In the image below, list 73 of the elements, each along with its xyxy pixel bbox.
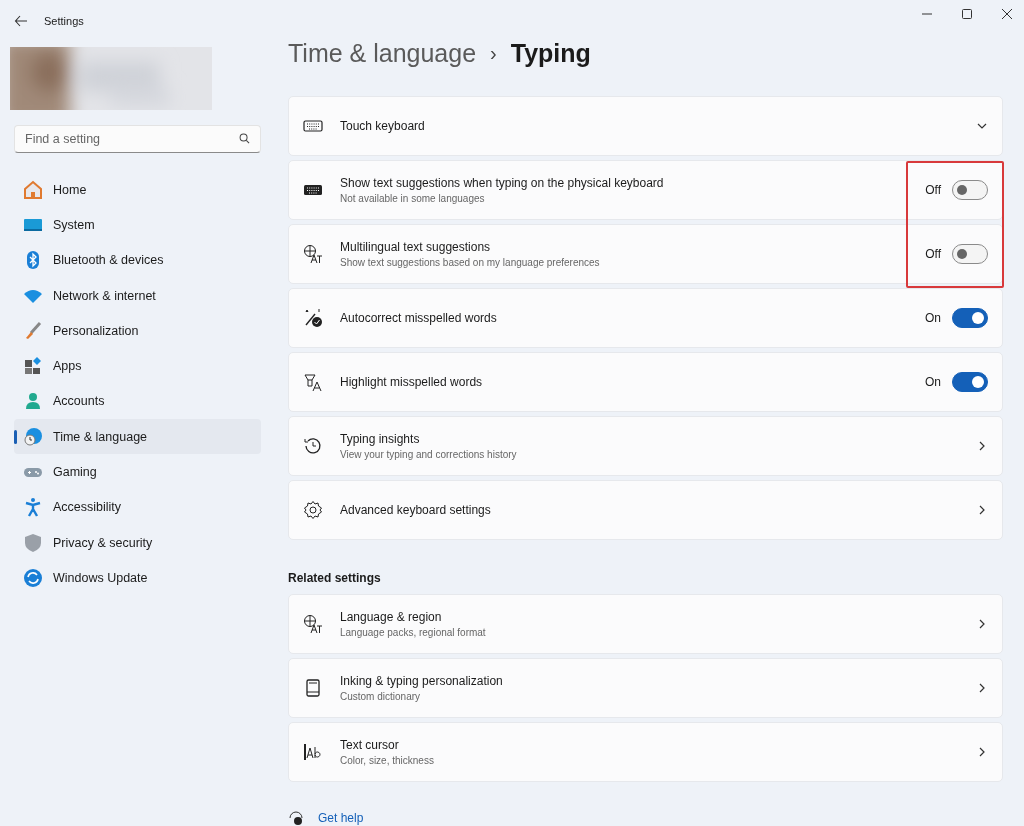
setting-title: Language & region	[340, 610, 443, 624]
globe-letters-icon	[303, 244, 323, 264]
globe-letters-icon	[303, 614, 323, 634]
setting-title: Inking & typing personalization	[340, 674, 504, 688]
setting-card[interactable]: Autocorrect misspelled words On	[288, 288, 1003, 348]
wand-check-icon	[303, 308, 323, 328]
sidebar-item[interactable]: Privacy & security	[14, 524, 261, 561]
book-icon	[303, 678, 323, 698]
setting-title: Touch keyboard	[340, 119, 426, 133]
toggle-state-label: On	[925, 375, 941, 389]
setting-card[interactable]: Inking & typing personalization Custom dictionary	[288, 658, 1003, 718]
gear-icon	[303, 500, 323, 520]
help-icon	[288, 810, 304, 826]
apps-icon	[23, 356, 43, 377]
help-link[interactable]: Get help	[318, 811, 364, 825]
sidebar-item[interactable]: Accounts	[14, 383, 261, 420]
sidebar-item[interactable]: Network & internet	[14, 277, 261, 314]
setting-description: Language packs, regional format	[340, 627, 487, 638]
sidebar-item[interactable]: Apps	[14, 348, 261, 384]
toggle-switch[interactable]	[952, 244, 988, 264]
setting-card[interactable]: Touch keyboard	[288, 96, 1003, 156]
setting-description: Not available in some languages	[340, 193, 486, 204]
brush-icon	[23, 320, 43, 341]
breadcrumb-link[interactable]: Time & language	[288, 38, 477, 68]
globe-clock-icon	[23, 426, 43, 447]
setting-title: Show text suggestions when typing on the physical keyboard	[340, 176, 665, 190]
maximize-icon[interactable]	[959, 6, 975, 22]
highlight-letter-icon	[303, 372, 323, 392]
person-icon	[23, 391, 43, 412]
sidebar-item[interactable]: System	[14, 207, 261, 243]
sidebar-item[interactable]: Accessibility	[14, 489, 261, 525]
page-title: Typing	[510, 38, 591, 68]
setting-card[interactable]: Language & region Language packs, regional format	[288, 594, 1003, 654]
sidebar-item[interactable]: Bluetooth & devices	[14, 242, 261, 278]
window-title: Settings	[44, 15, 84, 27]
history-icon	[303, 436, 323, 456]
text-cursor-icon	[303, 742, 323, 762]
setting-card[interactable]: Multilingual text suggestions Show text suggestions based on my language preferences Off	[288, 224, 1003, 284]
accessibility-icon	[23, 497, 43, 518]
setting-card[interactable]: Text cursor Color, size, thickness	[288, 722, 1003, 782]
home-icon	[23, 179, 43, 200]
toggle-switch[interactable]	[952, 372, 988, 392]
setting-description: Show text suggestions based on my language preferences	[340, 257, 601, 268]
toggle-state-label: Off	[925, 247, 941, 261]
sidebar-item[interactable]: Gaming	[14, 454, 261, 490]
section-heading: Related settings	[288, 571, 382, 585]
setting-card[interactable]: Highlight misspelled words On	[288, 352, 1003, 412]
setting-description: View your typing and corrections history	[340, 449, 518, 460]
search-icon	[239, 133, 250, 144]
sidebar-item[interactable]: Windows Update	[14, 560, 261, 596]
setting-title: Autocorrect misspelled words	[340, 311, 498, 325]
setting-card[interactable]: Typing insights View your typing and corrections history	[288, 416, 1003, 476]
setting-card[interactable]: Advanced keyboard settings	[288, 480, 1003, 540]
sidebar-item[interactable]: Time & language	[14, 419, 261, 455]
setting-title: Advanced keyboard settings	[340, 503, 492, 517]
sidebar-item[interactable]: Home	[14, 172, 261, 208]
toggle-switch[interactable]	[952, 180, 988, 200]
setting-title: Text cursor	[340, 738, 400, 752]
toggle-switch[interactable]	[952, 308, 988, 328]
sidebar-item[interactable]: Personalization	[14, 313, 261, 349]
breadcrumb-separator: ›	[490, 41, 497, 65]
toggle-state-label: On	[925, 311, 941, 325]
setting-description: Custom dictionary	[340, 691, 422, 702]
setting-title: Typing insights	[340, 432, 421, 446]
setting-description: Color, size, thickness	[340, 755, 435, 766]
shield-icon	[23, 532, 43, 553]
toggle-state-label: Off	[925, 183, 941, 197]
search-field[interactable]: Find a setting	[14, 125, 261, 153]
setting-title: Multilingual text suggestions	[340, 240, 492, 254]
refresh-icon	[23, 567, 43, 588]
setting-card[interactable]: Show text suggestions when typing on the physical keyboard Not available in some languages Off	[288, 160, 1003, 220]
setting-title: Highlight misspelled words	[340, 375, 484, 389]
close-icon[interactable]	[999, 6, 1015, 22]
